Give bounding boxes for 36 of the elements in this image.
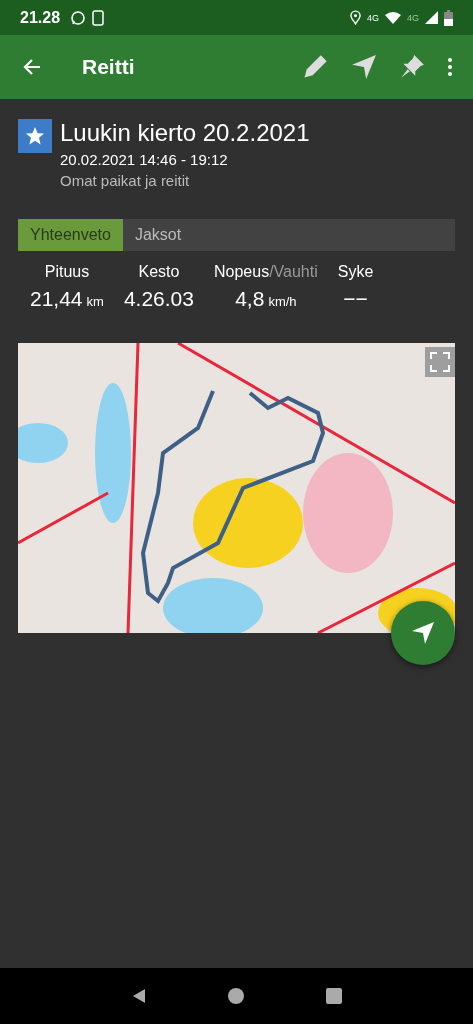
navigation-arrow-icon[interactable] [351, 54, 377, 80]
status-time: 21.28 [20, 8, 61, 27]
stat-label: /Vauhti [269, 263, 318, 280]
stat-label: Nopeus [214, 263, 270, 280]
tab[interactable]: Yhteenveto [18, 219, 123, 251]
navigation-arrow-icon [411, 621, 435, 645]
stat-value: 4,8 [235, 287, 265, 310]
stat-value: 21,44 [30, 287, 83, 310]
pin-icon[interactable] [399, 54, 425, 80]
stat-label: Pituus [44, 263, 90, 280]
route-name: Luukin kierto 20.2.2021 [60, 118, 310, 148]
battery-icon [444, 9, 453, 26]
stat-label: Syke [337, 263, 374, 280]
signal-icon [425, 11, 438, 24]
map-placeholder[interactable] [18, 343, 455, 633]
tab[interactable]: Jaksot [122, 219, 194, 251]
network-label: 4G [407, 12, 419, 23]
stat-value: −− [343, 287, 368, 310]
navigate-button[interactable] [391, 601, 455, 665]
stat-unit: km [86, 294, 104, 309]
wifi-icon [385, 11, 401, 24]
fullscreen-icon[interactable] [425, 347, 455, 377]
route-time-range: 20.02.2021 14:46 - 19:12 [60, 151, 229, 168]
stat-value: 4.26.03 [123, 287, 194, 310]
screen-title: Reitti [82, 55, 135, 79]
phone-icon [92, 9, 105, 26]
location-icon [349, 10, 361, 25]
home-icon[interactable] [228, 988, 245, 1004]
route-folder: Omat paikat ja reitit [60, 172, 191, 189]
back-arrow-icon[interactable] [22, 57, 42, 77]
more-menu-icon[interactable] [447, 57, 453, 77]
chat-icon [70, 9, 87, 26]
network-label: 4G [366, 12, 379, 23]
recents-icon[interactable] [326, 988, 343, 1004]
stat-label: Kesto [138, 263, 180, 280]
stat-unit: km/h [268, 294, 297, 309]
